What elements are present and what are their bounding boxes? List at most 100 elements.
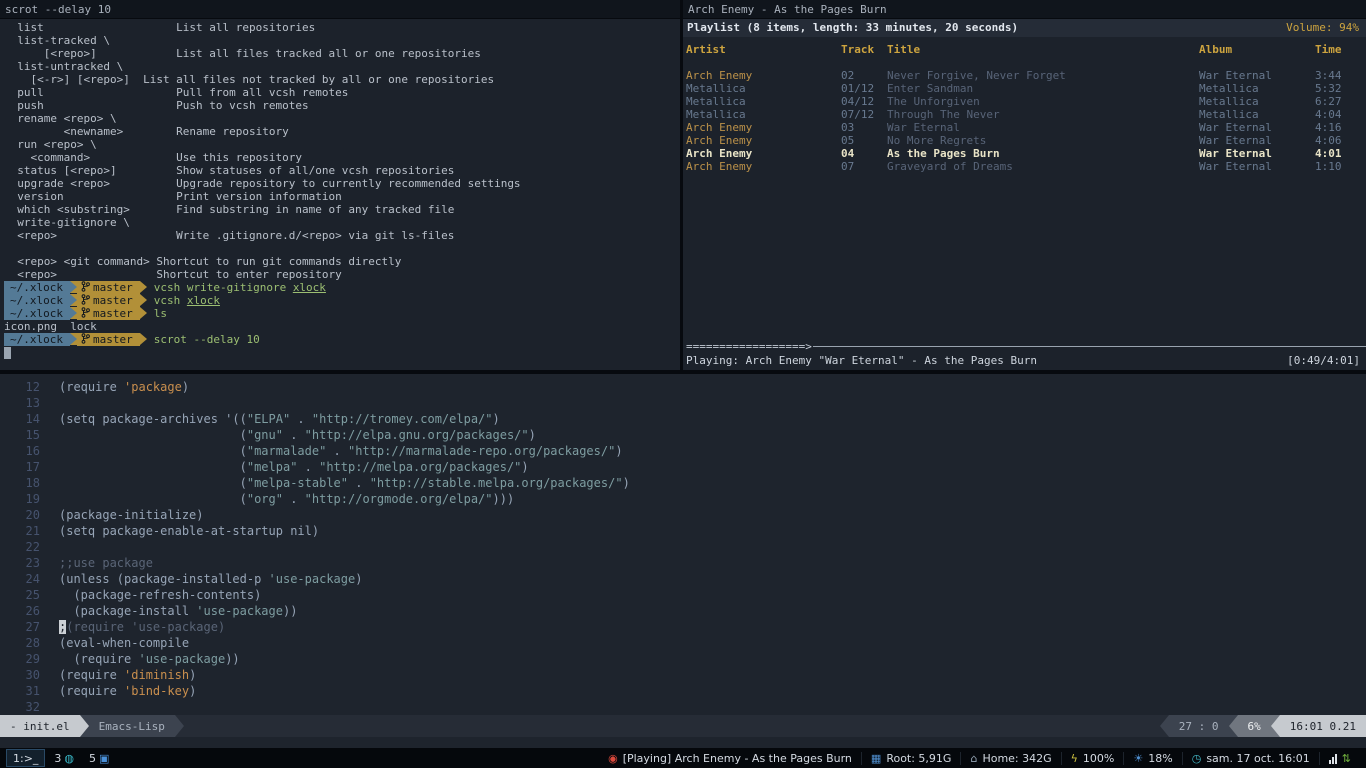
code-segment: (package-install [59,604,196,618]
sun-icon: ☀ [1133,752,1143,765]
network-block: ⇅ [1319,752,1360,765]
playlist-column-headers: Artist Track Title Album Time [683,43,1366,56]
command-text: xlock [293,281,326,294]
cell-album: War Eternal [1199,69,1315,82]
minibuffer [0,737,1366,748]
cell-track: 07/12 [841,108,887,121]
command-text: xlock [187,294,220,307]
terminal-line [4,242,680,255]
player-title: Arch Enemy - As the Pages Burn [688,3,887,16]
workspace-button-5[interactable]: 5 ▣ [83,749,115,767]
code-segment: ( [59,476,247,490]
prompt-path: ~/.xlock [4,333,70,346]
cell-track: 04/12 [841,95,887,108]
terminal-line: push Push to vcsh remotes [4,99,680,112]
player-window[interactable]: Arch Enemy - As the Pages Burn Playlist … [683,0,1366,370]
editor-line: 22 [0,539,1366,555]
chat-icon: ▣ [99,752,109,765]
clock-label: sam. 17 oct. 16:01 [1206,752,1309,765]
editor-line: 13 [0,395,1366,411]
code-segment: 'bind-key [124,684,189,698]
modeline-major-mode: Emacs-Lisp [89,715,175,737]
cell-artist: Arch Enemy [686,69,841,82]
cell-track: 03 [841,121,887,134]
playlist-row[interactable]: Metallica04/12The UnforgivenMetallica6:2… [683,95,1366,108]
cell-album: Metallica [1199,108,1315,121]
editor-line: 26 (package-install 'use-package)) [0,603,1366,619]
terminal-body: list List all repositories list-tracked … [0,19,680,370]
cell-title: No More Regrets [887,134,1199,147]
editor-line: 21(setq package-enable-at-startup nil) [0,523,1366,539]
code-segment: "melpa-stable" [247,476,348,490]
terminal-line: list-untracked \ [4,60,680,73]
command-text: vcsh write-gitignore [154,281,293,294]
code-segment: (require [59,380,124,394]
code-segment: "marmalade" [247,444,326,458]
playlist-row[interactable]: Metallica07/12Through The NeverMetallica… [683,108,1366,121]
powerline-arrow-icon [70,294,77,306]
code-segment: ))) [493,492,515,506]
prompt-git-branch: master [77,294,140,307]
editor-line: 18 ("melpa-stable" . "http://stable.melp… [0,475,1366,491]
powerline-arrow-icon [70,281,77,293]
terminal-prompt-line: ~/.xlockmasterls [4,307,680,320]
column-header-artist: Artist [686,43,841,56]
terminal-line: <repo> Shortcut to enter repository [4,268,680,281]
editor-line: 28(eval-when-compile [0,635,1366,651]
cell-album: War Eternal [1199,121,1315,134]
code-segment: ( [59,444,247,458]
terminal-window[interactable]: scrot --delay 10 list List all repositor… [0,0,683,370]
terminal-line: status [<repo>] Show statuses of all/one… [4,164,680,177]
terminal-titlebar: scrot --delay 10 [0,0,680,19]
playlist-row[interactable]: Arch Enemy02Never Forgive, Never ForgetW… [683,69,1366,82]
prompt-command: scrot --delay 10 [147,333,260,346]
code-segment: ( [59,428,247,442]
clock-block: ◷ sam. 17 oct. 16:01 [1182,752,1319,765]
code-segment: 'use-package [269,572,356,586]
terminal-line: which <substring> Find substring in name… [4,203,680,216]
line-number: 20 [0,507,40,523]
workspace-button-1[interactable]: 1:>_ [6,749,45,767]
playlist-row[interactable]: Arch Enemy05No More RegretsWar Eternal4:… [683,134,1366,147]
now-playing-label: [Playing] Arch Enemy - As the Pages Burn [623,752,852,765]
workspace-label: 5 [89,752,96,765]
line-number: 26 [0,603,40,619]
column-header-title: Title [887,43,1199,56]
play-icon: ◉ [608,752,618,765]
cell-time: 3:44 [1315,69,1362,82]
code-segment: "http://melpa.org/packages/" [319,460,521,474]
code-segment: )) [225,652,239,666]
code-segment: ) [615,444,622,458]
playlist-row[interactable]: Arch Enemy07Graveyard of DreamsWar Etern… [683,160,1366,173]
cell-artist: Metallica [686,108,841,121]
modeline-scroll-percent: 6% [1238,715,1271,737]
editor-window[interactable]: 12(require 'package)1314(setq package-ar… [0,370,1366,748]
editor-line: 12(require 'package) [0,379,1366,395]
code-segment: ) [189,684,196,698]
prompt-command: ls [147,307,167,320]
line-number: 17 [0,459,40,475]
code-segment: "http://elpa.gnu.org/packages/" [305,428,529,442]
playlist-row[interactable]: Arch Enemy03War EternalWar Eternal4:16 [683,121,1366,134]
terminal-line: list-tracked \ [4,34,680,47]
code-segment: ) [493,412,500,426]
git-branch-icon [81,294,90,305]
playlist-row[interactable]: Metallica01/12Enter SandmanMetallica5:32 [683,82,1366,95]
playlist-row[interactable]: Arch Enemy04As the Pages BurnWar Eternal… [683,147,1366,160]
prompt-path: ~/.xlock [4,307,70,320]
column-header-track: Track [841,43,887,56]
code-segment: ) [529,428,536,442]
editor-line: 31(require 'bind-key) [0,683,1366,699]
battery-percent: 100% [1083,752,1114,765]
code-segment: (unless (package-installed-p [59,572,269,586]
terminal-line: run <repo> \ [4,138,680,151]
terminal-line: <command> Use this repository [4,151,680,164]
cell-time: 4:06 [1315,134,1362,147]
code-segment: ) [355,572,362,586]
line-number: 29 [0,651,40,667]
cell-album: Metallica [1199,95,1315,108]
playback-progress-bar[interactable]: ==================> [683,340,1366,353]
terminal-line: [<-r>] [<repo>] List all files not track… [4,73,680,86]
workspace-button-3[interactable]: 3 ◍ [48,749,80,767]
playlist-rows: Arch Enemy02Never Forgive, Never ForgetW… [683,69,1366,173]
